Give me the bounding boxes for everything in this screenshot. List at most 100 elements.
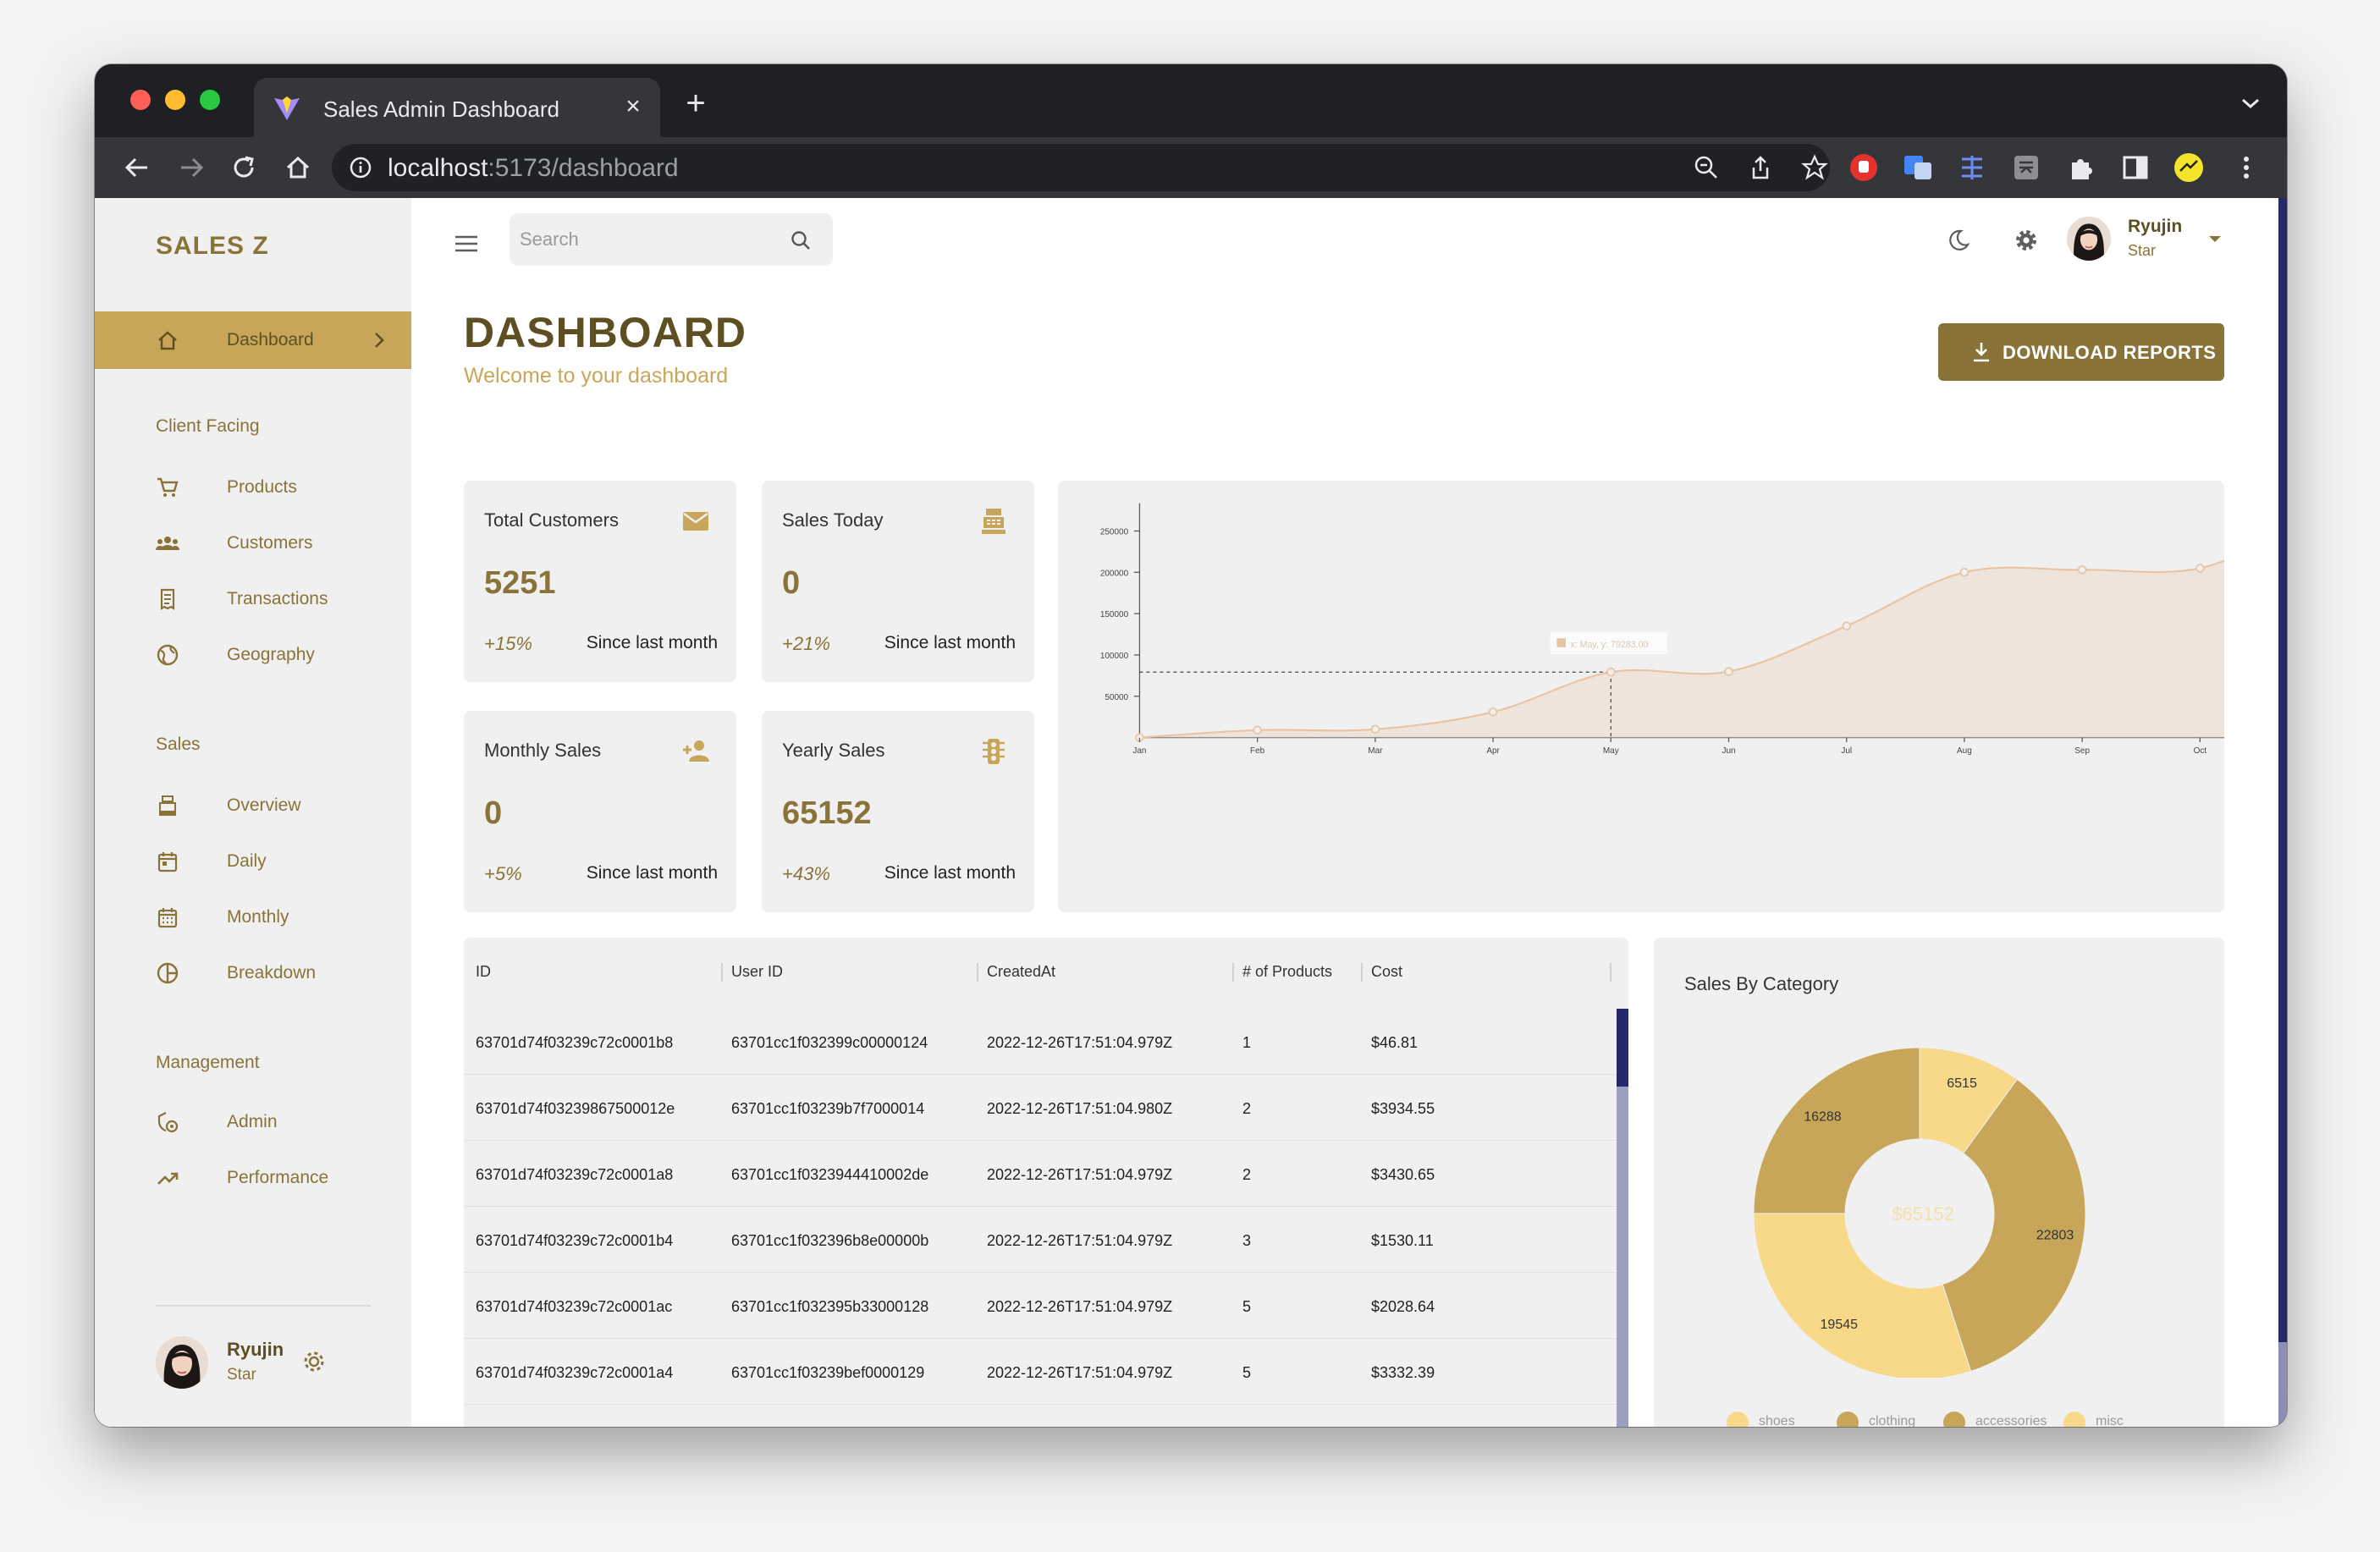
reload-icon[interactable] bbox=[225, 149, 262, 186]
side-panel-icon[interactable] bbox=[2118, 151, 2151, 184]
sidebar-item-customers[interactable]: Customers bbox=[95, 518, 411, 569]
site-info-icon[interactable] bbox=[349, 156, 372, 179]
browser-menu-kebab-icon[interactable] bbox=[2229, 151, 2263, 184]
column-header[interactable]: # of Products bbox=[1242, 963, 1332, 981]
column-separator[interactable] bbox=[1232, 963, 1234, 982]
sidebar-item-daily[interactable]: Daily bbox=[95, 836, 411, 887]
table-row[interactable]: 63701d74f03239c72c0001b4 63701cc1f032396b… bbox=[464, 1207, 1617, 1273]
table-cell: 2 bbox=[1242, 1100, 1252, 1117]
tab-sales-admin[interactable]: Sales Admin Dashboard × bbox=[254, 78, 660, 137]
user-portrait-icon bbox=[2067, 217, 2111, 261]
legend-label: misc bbox=[2096, 1414, 2124, 1427]
page-scrollbar-thumb[interactable] bbox=[2278, 1342, 2287, 1427]
table-cell: 5 bbox=[1242, 1364, 1252, 1381]
sidebar-item-transactions[interactable]: Transactions bbox=[95, 574, 411, 625]
table-row[interactable]: 63701d74f03239c72c0001ac 63701cc1f032395b… bbox=[464, 1273, 1617, 1339]
stat-value: 0 bbox=[484, 795, 503, 831]
table-row[interactable]: 63701d74f03239c72c0001b8 63701cc1f032399c… bbox=[464, 1009, 1617, 1075]
stat-increase: +5% bbox=[484, 863, 522, 884]
column-separator[interactable] bbox=[1361, 963, 1363, 982]
column-header[interactable]: ID bbox=[476, 963, 491, 981]
zoom-window-button[interactable] bbox=[200, 90, 220, 110]
pie-slice-accessories[interactable] bbox=[1753, 1213, 1972, 1378]
sidebar-item-label: Performance bbox=[227, 1168, 329, 1187]
sidebar-item-monthly[interactable]: Monthly bbox=[95, 892, 411, 943]
zoom-out-icon[interactable] bbox=[1693, 154, 1720, 181]
brand-logo-text[interactable]: SALES Z bbox=[156, 232, 269, 261]
table-scrollbar[interactable] bbox=[1617, 1009, 1628, 1427]
minimize-window-button[interactable] bbox=[165, 90, 185, 110]
close-tab-icon[interactable]: × bbox=[620, 90, 647, 124]
x-tick-label: Mar bbox=[1368, 746, 1383, 756]
sales-by-category-card: Sales By Category 6515 22803 19545 16288 $65… bbox=[1654, 938, 2224, 1427]
new-tab-button[interactable]: + bbox=[679, 86, 713, 122]
stat-value: 5251 bbox=[484, 565, 556, 601]
url-host: localhost bbox=[388, 154, 488, 182]
table-cell: 1 bbox=[1242, 1034, 1252, 1051]
tab-search-chevron-icon[interactable] bbox=[2236, 93, 2265, 113]
dictionary-extension-icon[interactable] bbox=[1955, 151, 1989, 184]
close-window-button[interactable] bbox=[130, 90, 151, 110]
pie-slice-misc[interactable] bbox=[1753, 1047, 1920, 1214]
table-row[interactable]: 63701d74f03239c72c0001bc63701cc1f03239db… bbox=[464, 1405, 1617, 1427]
avatar[interactable] bbox=[2067, 217, 2111, 261]
sidebar-item-products[interactable]: Products bbox=[95, 462, 411, 513]
search-input[interactable] bbox=[520, 223, 782, 256]
adblock-extension-icon[interactable] bbox=[1847, 151, 1881, 184]
topbar-user-name[interactable]: Ryujin bbox=[2128, 217, 2182, 237]
sidebar-item-dashboard[interactable]: Dashboard bbox=[95, 311, 411, 369]
download-reports-button[interactable]: DOWNLOAD REPORTS bbox=[1938, 323, 2224, 381]
avatar[interactable] bbox=[156, 1336, 208, 1389]
section-heading-sales: Sales bbox=[156, 735, 201, 754]
table-row[interactable]: 63701d74f03239c72c0001a8 63701cc1f0323944… bbox=[464, 1141, 1617, 1207]
address-bar[interactable]: localhost:5173/dashboard bbox=[332, 144, 1830, 191]
table-cell: 63701d74f03239c72c0001b4 bbox=[476, 1232, 674, 1249]
legend-label: clothing bbox=[1869, 1414, 1916, 1427]
x-tick-label: Apr bbox=[1486, 746, 1500, 756]
dark-mode-moon-icon[interactable] bbox=[1945, 227, 1972, 254]
column-separator[interactable] bbox=[721, 963, 723, 982]
table-row[interactable]: 63701d74f03239867500012e 63701cc1f03239b7… bbox=[464, 1075, 1617, 1141]
bookmark-star-icon[interactable] bbox=[1801, 154, 1828, 181]
x-tick-label: May bbox=[1603, 746, 1619, 756]
back-arrow-icon[interactable] bbox=[118, 149, 156, 186]
x-tick-label: Jul bbox=[1841, 746, 1852, 756]
table-scrollbar-thumb[interactable] bbox=[1617, 1009, 1628, 1087]
sidebar-item-breakdown[interactable]: Breakdown bbox=[95, 948, 411, 999]
sales-line-chart[interactable]: 50000 100000 150000 200000 250000 Jan Feb Mar Ap… bbox=[1058, 481, 2287, 912]
sidebar-item-admin[interactable]: Admin bbox=[95, 1097, 411, 1147]
translate-extension-icon[interactable] bbox=[1901, 151, 1935, 184]
pie-slice-label: 6515 bbox=[1947, 1076, 1977, 1091]
home-icon[interactable] bbox=[279, 149, 317, 186]
arrow-drop-down-icon[interactable] bbox=[2206, 234, 2224, 245]
section-heading-management: Management bbox=[156, 1053, 260, 1072]
extensions-puzzle-icon[interactable] bbox=[2063, 151, 2097, 184]
settings-gear-icon[interactable] bbox=[301, 1349, 327, 1374]
area-fill bbox=[1139, 531, 2287, 738]
sidebar-item-overview[interactable]: Overview bbox=[95, 780, 411, 831]
calendar-today-icon bbox=[157, 852, 178, 872]
forward-arrow-icon[interactable] bbox=[173, 149, 210, 186]
sidebar-item-geography[interactable]: Geography bbox=[95, 630, 411, 680]
reader-extension-icon[interactable] bbox=[2009, 151, 2043, 184]
column-header[interactable]: CreatedAt bbox=[987, 963, 1055, 981]
x-tick-label: Jan bbox=[1132, 746, 1146, 756]
column-header[interactable]: Cost bbox=[1371, 963, 1402, 981]
column-separator[interactable] bbox=[1610, 963, 1611, 982]
column-separator[interactable] bbox=[977, 963, 978, 982]
table-cell: 3 bbox=[1242, 1232, 1252, 1249]
menu-hamburger-icon[interactable] bbox=[454, 234, 479, 254]
search-icon[interactable] bbox=[789, 228, 813, 252]
profile-extension-icon[interactable] bbox=[2172, 151, 2206, 184]
sidebar-item-performance[interactable]: Performance bbox=[95, 1153, 411, 1203]
share-icon[interactable] bbox=[1747, 154, 1774, 181]
column-header[interactable]: User ID bbox=[731, 963, 783, 981]
data-point-feb bbox=[1253, 725, 1262, 735]
stat-title: Monthly Sales bbox=[484, 740, 602, 761]
sales-by-category-pie[interactable]: 6515 22803 19545 16288 $65152 bbox=[1654, 938, 2224, 1378]
table-row[interactable]: 63701d74f03239c72c0001a4 63701cc1f03239be… bbox=[464, 1339, 1617, 1405]
page-scrollbar[interactable] bbox=[2278, 198, 2287, 1427]
settings-gear-icon[interactable] bbox=[2013, 227, 2040, 254]
legend-swatch bbox=[2063, 1412, 2085, 1427]
download-icon bbox=[1974, 343, 1989, 362]
